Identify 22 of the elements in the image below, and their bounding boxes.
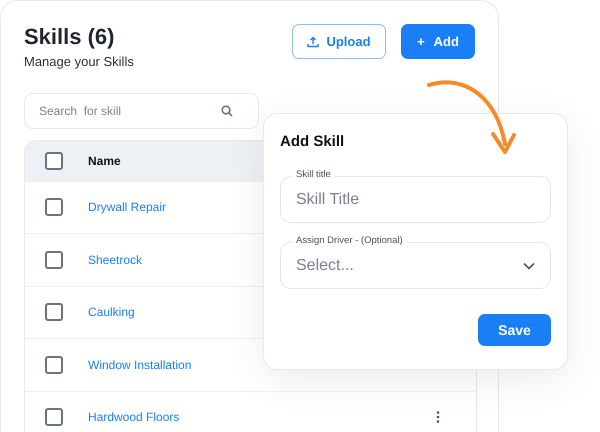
checkbox[interactable] <box>45 356 63 374</box>
field-label: Assign Driver - (Optional) <box>292 235 407 247</box>
more-icon[interactable] <box>436 411 440 424</box>
add-button[interactable]: + Add <box>401 24 475 59</box>
save-button[interactable]: Save <box>478 314 551 346</box>
checkbox[interactable] <box>45 303 63 322</box>
checkbox[interactable] <box>45 152 63 170</box>
checkbox[interactable] <box>45 198 63 216</box>
dialog-title: Add Skill <box>280 132 346 152</box>
upload-button[interactable]: Upload <box>292 24 386 59</box>
page-title: Skills (6) <box>24 23 116 51</box>
skill-title-field[interactable]: Skill Title <box>280 176 551 223</box>
page-subtitle: Manage your Skills <box>24 53 134 71</box>
skill-name-link[interactable]: Hardwood Floors <box>88 408 411 426</box>
upload-icon <box>307 36 320 48</box>
checkbox[interactable] <box>45 408 63 426</box>
column-header: Name <box>88 152 121 170</box>
table-row[interactable]: Hardwood Floors <box>25 390 476 432</box>
chevron-down-icon <box>523 262 535 270</box>
search-field[interactable]: Search for skill <box>24 92 259 128</box>
search-icon <box>221 104 233 116</box>
checkbox[interactable] <box>45 250 63 269</box>
